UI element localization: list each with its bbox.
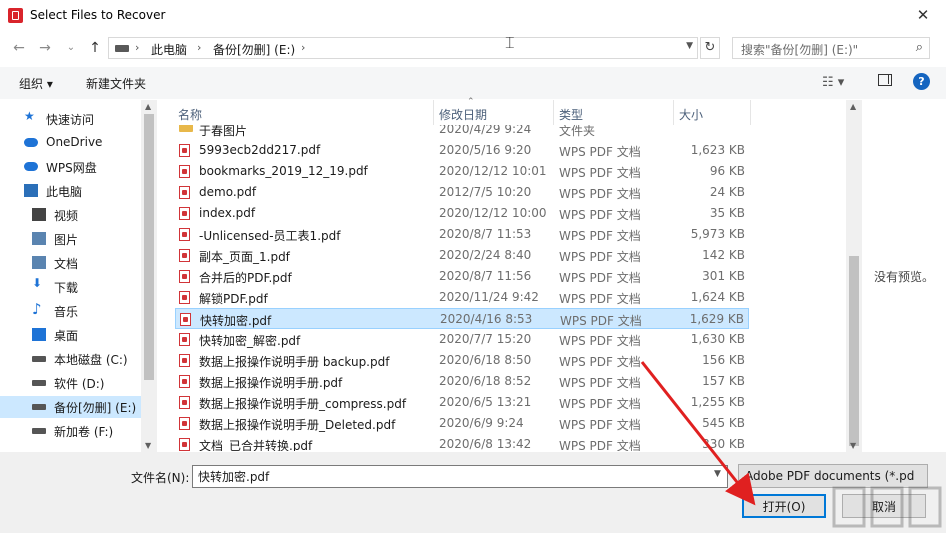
annotation-arrow xyxy=(640,361,756,506)
mouse-cursor-icon: ⌶ xyxy=(505,33,515,52)
watermark-logo xyxy=(832,486,942,528)
